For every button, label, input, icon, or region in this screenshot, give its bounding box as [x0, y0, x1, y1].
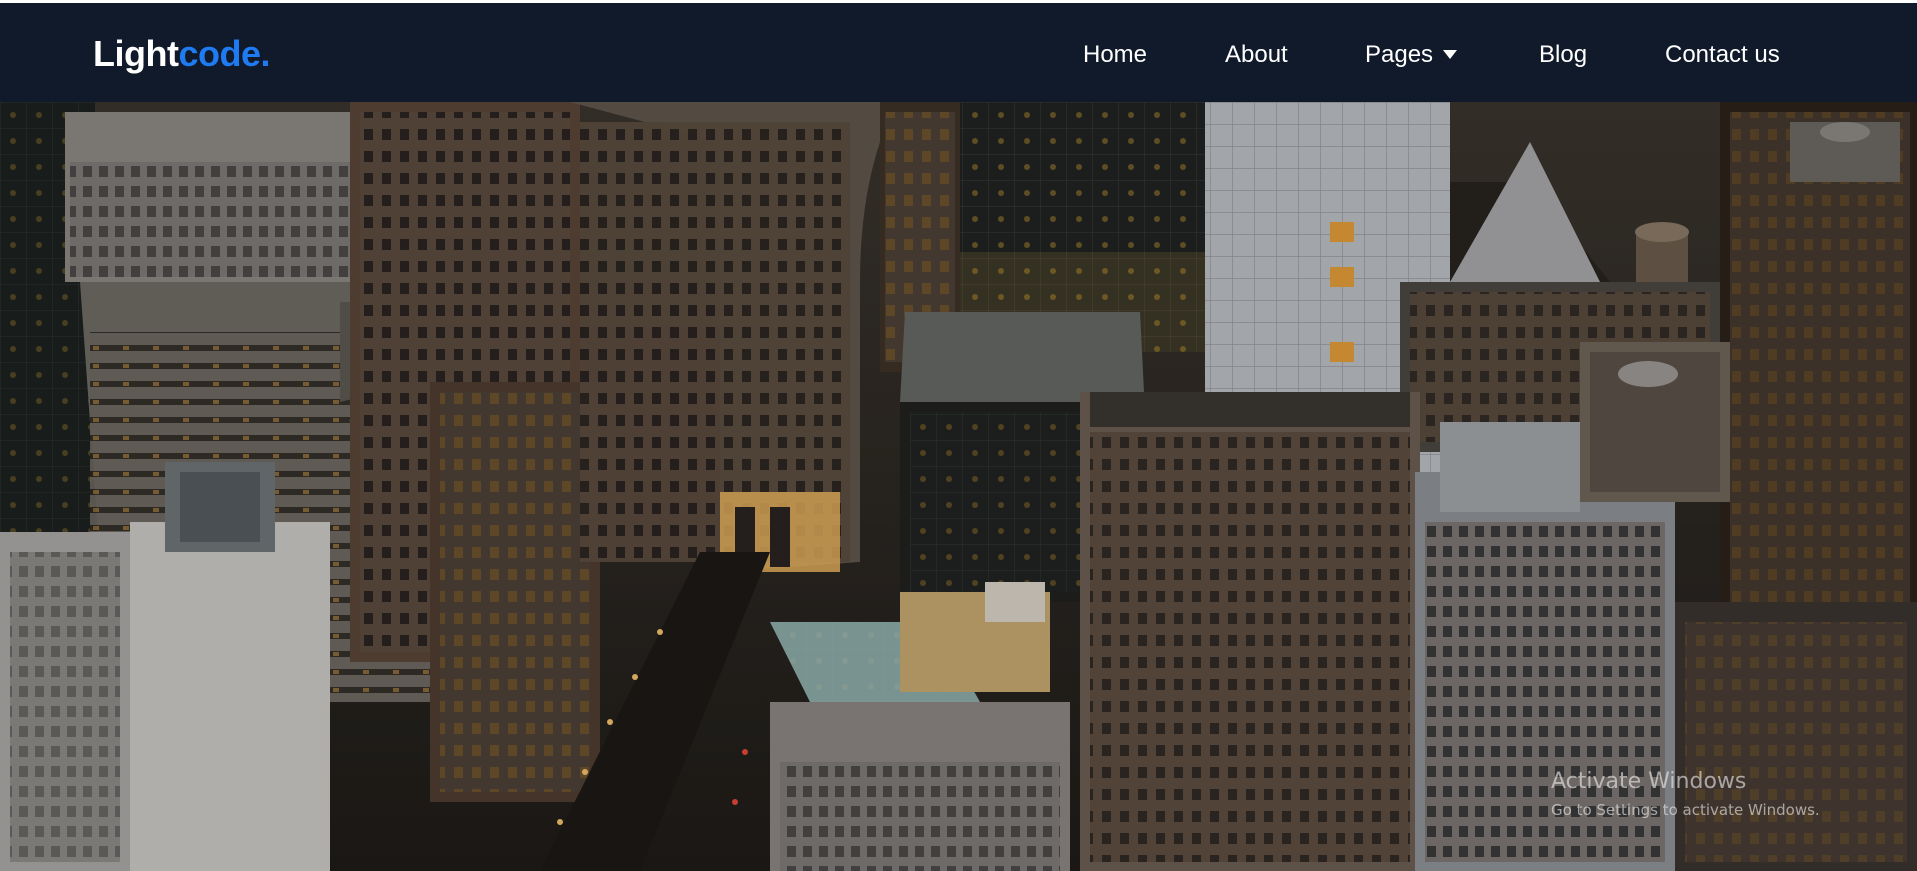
hero-image: [0, 102, 1917, 871]
nav-pages-dropdown[interactable]: Pages: [1365, 40, 1458, 70]
hero-cityscape-illustration: [0, 102, 1917, 871]
nav-about-link[interactable]: About: [1225, 40, 1288, 70]
nav-home-link[interactable]: Home: [1083, 40, 1147, 70]
page: Lightcode. Home About Pages Blog Contact…: [0, 0, 1917, 871]
nav-contact-link[interactable]: Contact us: [1665, 40, 1780, 70]
chevron-down-icon: [1443, 50, 1458, 59]
nav-pages-label: Pages: [1365, 41, 1434, 68]
nav-blog-link[interactable]: Blog: [1539, 40, 1587, 70]
navbar: Lightcode. Home About Pages Blog Contact…: [0, 3, 1917, 102]
main-nav: Home About Pages Blog Contact us: [0, 40, 1917, 70]
